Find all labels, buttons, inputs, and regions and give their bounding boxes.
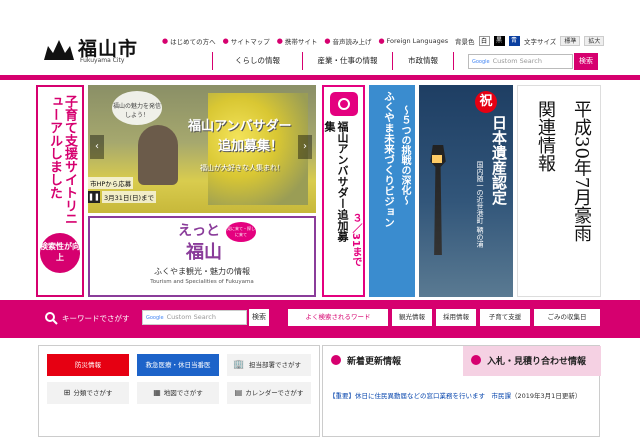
font-standard-button[interactable]: 標準 xyxy=(560,36,581,46)
ambassador-apply: 市HPから応募 xyxy=(88,177,134,189)
banner-eto-fukuyama[interactable]: えっと 福山 見に来て・探しに来て ふくやま観光・魅力の情報 Tourism a… xyxy=(88,216,316,297)
popular-word-garbage[interactable]: ごみの収集日 xyxy=(534,309,600,326)
dot-icon xyxy=(471,355,481,365)
color-white-button[interactable]: 白 xyxy=(478,36,490,46)
vision-subtitle: ～５つの挑戦の深化～ xyxy=(399,105,410,205)
bullet-icon: ● xyxy=(378,37,385,45)
bullet-icon: ● xyxy=(276,37,283,45)
google-icon: Google xyxy=(472,59,490,65)
keyword-bar: キーワードでさがす Google Custom Search 検索 よく検索される… xyxy=(0,300,640,338)
popular-word-recruit[interactable]: 採用情報 xyxy=(436,309,476,326)
news-item[interactable]: 【重要】休日に住民異動届などの窓口業務を行います 市民課（2019年3月1日更新… xyxy=(329,390,581,400)
banner-childcare[interactable]: 子育て支援サイトリニューアルしました 検索性が向上 xyxy=(36,85,84,297)
ambassador-subtitle: 福山が大好きな人集まれ！ xyxy=(200,164,284,172)
dot-icon xyxy=(331,355,341,365)
lantern-light xyxy=(432,155,442,163)
ambassador-title2: 追加募集！ xyxy=(218,139,284,154)
flood-title: 平成30年7月豪雨 xyxy=(571,100,592,243)
category-search-button[interactable]: ⊞ 分類でさがす xyxy=(47,382,129,404)
eto-logo-2: 福山 xyxy=(186,242,222,263)
font-large-button[interactable]: 拡大 xyxy=(584,36,605,46)
flood-subtitle: 関連情報 xyxy=(535,100,556,172)
util-link-guide[interactable]: はじめての方へ xyxy=(170,36,216,46)
ambassador-deadline: 3月31日(日)まで xyxy=(102,191,156,203)
search-button[interactable]: 検索 xyxy=(574,53,598,70)
calendar-search-button[interactable]: ▤ カレンダーでさがす xyxy=(227,382,311,404)
search-input[interactable]: Google Custom Search xyxy=(468,54,573,69)
eto-logo-1: えっと xyxy=(178,223,220,239)
map-search-button[interactable]: ▦ 地図でさがす xyxy=(137,382,219,404)
calendar-icon: ▤ xyxy=(234,388,243,397)
header-divider xyxy=(0,75,640,80)
city-logo-subtitle: Fukuyama City xyxy=(80,57,125,64)
eto-subtitle: ふくやま観光・魅力の情報 xyxy=(154,267,250,276)
banner-ambassador-slide[interactable]: 福山の魅力を発信しよう！ 福山アンバサダー 追加募集！ 福山が大好きな人集まれ！… xyxy=(88,85,316,213)
emergency-medical-button[interactable]: 救急医療・休日当番医 xyxy=(137,354,219,376)
map-icon: ▦ xyxy=(153,388,161,397)
banner-vision[interactable]: ふくやま未来づくりビジョン ～５つの挑戦の深化～ xyxy=(369,85,415,297)
keyword-input[interactable]: Google Custom Search xyxy=(142,310,247,325)
ambassador2-title: 福山アンバサダー追加募集 xyxy=(323,121,349,242)
tab-bids[interactable]: 入札・見積り合わせ情報 xyxy=(463,346,601,376)
search-icon xyxy=(45,312,58,325)
ambassador-bubble: 福山の魅力を発信しよう！ xyxy=(112,91,162,125)
google-icon: Google xyxy=(146,315,164,321)
news-panel: 新着更新情報 入札・見積り合わせ情報 【重要】休日に住民異動届などの窓口業務を行… xyxy=(322,345,601,437)
color-switcher: 背景色 白 黒 青 xyxy=(455,36,520,46)
nav-city[interactable]: 市政情報 xyxy=(392,52,454,70)
popular-word-childcare[interactable]: 子育て支援 xyxy=(480,309,530,326)
color-blue-button[interactable]: 青 xyxy=(508,36,520,46)
camera-icon xyxy=(330,92,358,116)
dept-search-button[interactable]: 🏢 担当部署でさがす xyxy=(227,354,311,376)
util-link-speech[interactable]: 音声読み上げ xyxy=(332,36,371,46)
color-black-button[interactable]: 黒 xyxy=(493,36,505,46)
banner-ambassador-vertical[interactable]: 福山アンバサダー追加募集 ３／31まで xyxy=(322,85,365,297)
util-link-sitemap[interactable]: サイトマップ xyxy=(231,36,270,46)
bullet-icon: ● xyxy=(222,37,229,45)
font-size-switcher: 文字サイズ 標準 拡大 xyxy=(524,36,605,46)
bullet-icon: ● xyxy=(162,37,169,45)
banner-heritage[interactable]: 祝 日本遺産認定 国内随一の近世港町 鞆の浦 xyxy=(419,85,513,297)
category-icon: ⊞ xyxy=(63,388,71,397)
building-icon: 🏢 xyxy=(233,360,245,370)
ambassador2-date: ３／31まで xyxy=(350,213,361,267)
popular-word-tourism[interactable]: 観光情報 xyxy=(392,309,432,326)
disaster-info-button[interactable]: 防災情報 xyxy=(47,354,129,376)
banner-flood[interactable]: 平成30年7月豪雨 関連情報 xyxy=(517,85,601,297)
color-label: 背景色 xyxy=(455,38,475,46)
pause-icon[interactable]: ❚❚ xyxy=(88,191,100,203)
eto-bubble: 見に来て・探しに来て xyxy=(226,222,256,242)
eto-english: Tourism and Specialities of Fukuyama xyxy=(150,279,254,285)
childcare-badge: 検索性が向上 xyxy=(40,233,80,273)
util-link-mobile[interactable]: 携帯サイト xyxy=(285,36,318,46)
bullet-icon: ● xyxy=(324,37,331,45)
heritage-subtitle: 国内随一の近世港町 鞆の浦 xyxy=(476,161,484,248)
heritage-mark: 祝 xyxy=(475,91,497,113)
quick-access-panel: 防災情報 救急医療・休日当番医 🏢 担当部署でさがす ⊞ 分類でさがす ▦ 地図でさが… xyxy=(38,345,320,437)
nav-living[interactable]: くらしの情報 xyxy=(212,52,302,70)
util-links: ● はじめての方へ ● サイトマップ ● 携帯サイト ● 音声読み上げ ● Foreign… xyxy=(162,36,448,46)
ambassador-title1: 福山アンバサダー xyxy=(188,119,292,134)
slide-next-icon[interactable]: › xyxy=(298,135,312,159)
keyword-search-button[interactable]: 検索 xyxy=(249,309,269,326)
keyword-label: キーワードでさがす xyxy=(62,314,130,323)
nav-industry[interactable]: 産業・仕事の情報 xyxy=(302,52,392,70)
childcare-title: 子育て支援サイトリニューアルしました xyxy=(47,95,77,225)
city-logo-icon[interactable] xyxy=(44,40,74,60)
vision-title: ふくやま未来づくりビジョン xyxy=(383,91,395,228)
font-size-label: 文字サイズ xyxy=(524,38,557,46)
util-link-foreign[interactable]: Foreign Languages xyxy=(387,37,449,45)
popular-label: よく検索されるワード xyxy=(288,309,388,326)
tab-new-updates[interactable]: 新着更新情報 xyxy=(323,346,463,376)
person-photo xyxy=(138,125,178,185)
slide-prev-icon[interactable]: ‹ xyxy=(90,135,104,159)
heritage-title: 日本遺産認定 xyxy=(490,115,508,205)
